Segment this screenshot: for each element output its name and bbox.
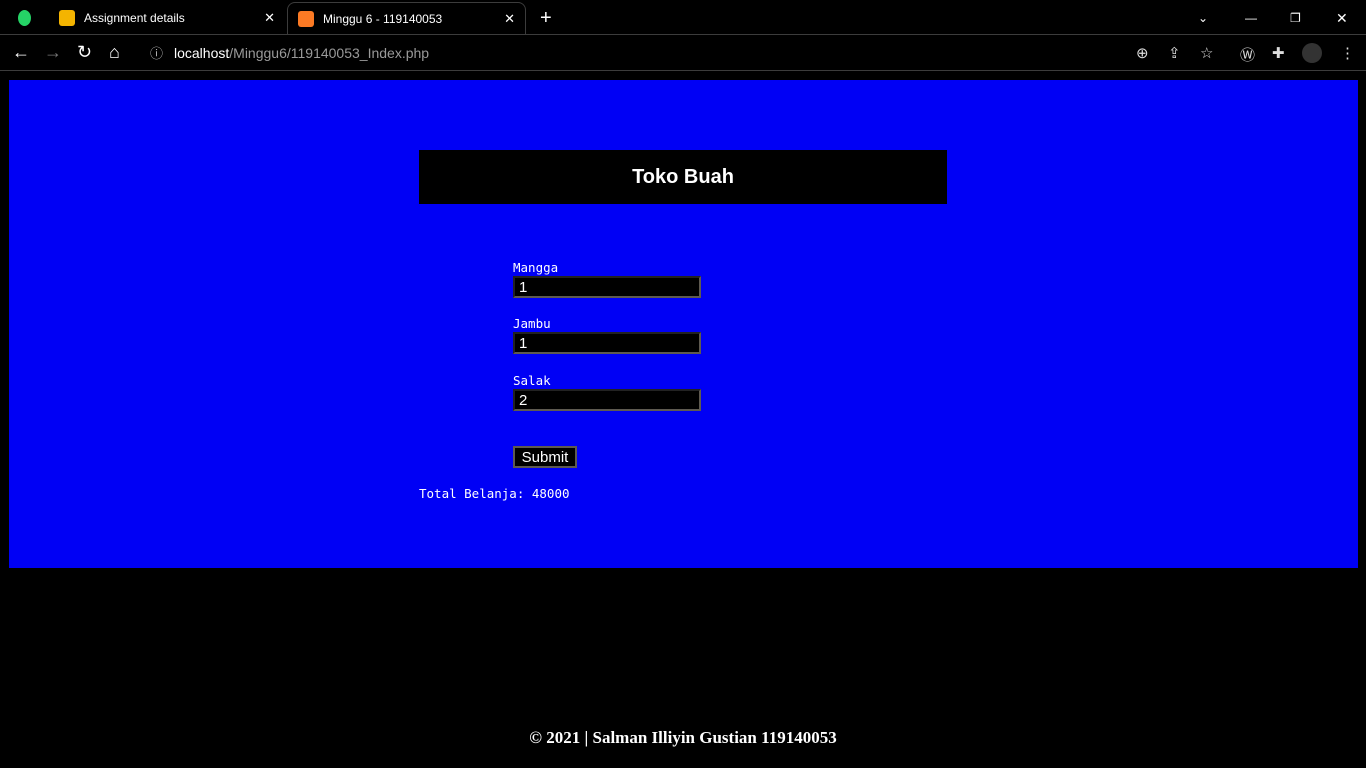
- extension-w-icon[interactable]: Ⓦ: [1240, 44, 1255, 65]
- new-tab-button[interactable]: +: [540, 2, 552, 34]
- footer: © 2021 | Salman Illiyin Gustian 11914005…: [529, 728, 837, 747]
- total-belanja: Total Belanja: 48000: [419, 486, 570, 501]
- submit-button[interactable]: Submit: [513, 446, 577, 468]
- profile-avatar[interactable]: [1302, 43, 1322, 63]
- jambu-input[interactable]: [513, 332, 701, 354]
- page-container: Toko Buah Mangga Jambu Salak Submit Tota…: [9, 80, 1358, 568]
- browser-toolbar: ← → ↻ ⌂ ⓘ localhost/Minggu6/119140053_In…: [0, 34, 1366, 71]
- salak-input[interactable]: [513, 389, 701, 411]
- forward-icon[interactable]: →: [44, 42, 62, 63]
- menu-kebab-icon[interactable]: ⋮: [1340, 44, 1355, 62]
- home-icon[interactable]: ⌂: [109, 42, 120, 63]
- tab-assignment-details[interactable]: Assignment details ✕: [59, 2, 285, 34]
- label-mangga: Mangga: [513, 260, 559, 275]
- xampp-icon: [298, 10, 314, 27]
- share-icon[interactable]: ⇪: [1168, 44, 1181, 62]
- tab-bar: Assignment details ✕ Minggu 6 - 119140053…: [0, 0, 1366, 34]
- extensions-puzzle-icon[interactable]: ✚: [1272, 44, 1285, 62]
- tab-minggu-6[interactable]: Minggu 6 - 119140053 ✕: [287, 2, 526, 34]
- zoom-icon[interactable]: ⊕: [1136, 44, 1149, 62]
- whatsapp-pinned-tab[interactable]: [18, 2, 40, 34]
- close-icon[interactable]: ✕: [264, 10, 275, 26]
- back-icon[interactable]: ←: [12, 42, 30, 63]
- tab-label: Assignment details: [84, 11, 185, 25]
- close-icon[interactable]: ✕: [504, 11, 515, 27]
- tab-label: Minggu 6 - 119140053: [323, 11, 443, 26]
- tab-search-icon[interactable]: ⌄: [1198, 2, 1208, 34]
- label-salak: Salak: [513, 373, 551, 388]
- site-info-icon[interactable]: ⓘ: [150, 43, 163, 62]
- bookmark-star-icon[interactable]: ☆: [1200, 44, 1213, 62]
- url-path: /Minggu6/119140053_Index.php: [229, 45, 430, 61]
- minimize-button[interactable]: —: [1245, 2, 1257, 34]
- window-close-button[interactable]: ✕: [1336, 2, 1348, 34]
- whatsapp-icon: [18, 10, 31, 26]
- restore-button[interactable]: ❐: [1290, 2, 1301, 34]
- page-title: Toko Buah: [419, 150, 947, 204]
- label-jambu: Jambu: [513, 316, 551, 331]
- reload-icon[interactable]: ↻: [77, 42, 92, 63]
- mangga-input[interactable]: [513, 276, 701, 298]
- google-classroom-icon: [59, 10, 75, 26]
- url-host: localhost: [174, 45, 230, 61]
- address-bar[interactable]: localhost/Minggu6/119140053_Index.php: [174, 45, 429, 61]
